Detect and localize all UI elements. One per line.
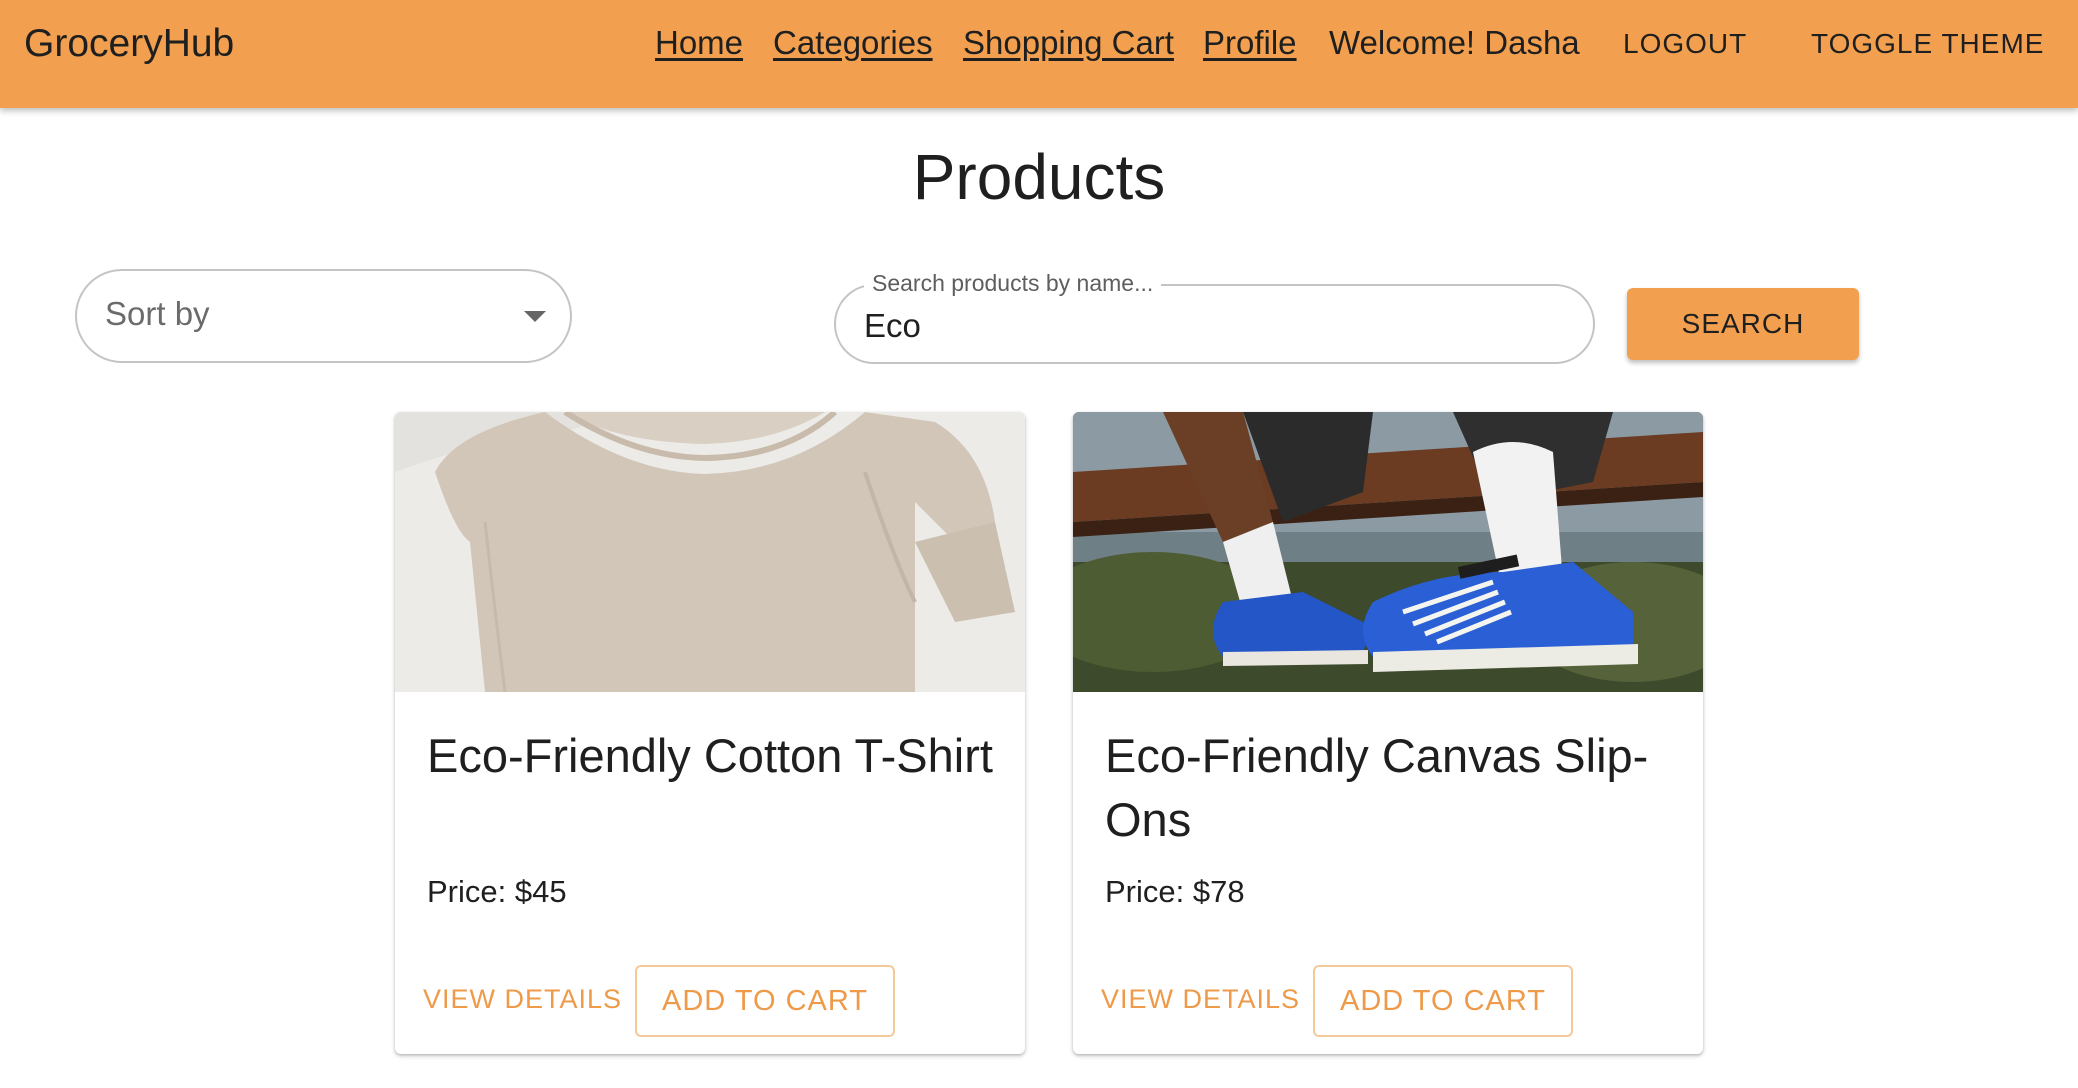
product-name: Eco-Friendly Canvas Slip-Ons	[1105, 729, 1649, 846]
app-bar: GroceryHub Home Categories Shopping Cart…	[0, 0, 2078, 108]
product-price: Price: $78	[1105, 874, 1245, 909]
search-field-label: Search products by name...	[864, 270, 1162, 297]
nav-link-home[interactable]: Home	[655, 24, 743, 62]
nav-link-profile[interactable]: Profile	[1203, 24, 1297, 62]
search-button[interactable]: SEARCH	[1627, 288, 1859, 360]
nav-link-categories[interactable]: Categories	[773, 24, 933, 62]
product-price: Price: $45	[427, 874, 567, 909]
brand-logo[interactable]: GroceryHub	[24, 22, 234, 66]
search-field: Search products by name...	[834, 270, 1595, 364]
product-image	[1073, 412, 1703, 692]
view-details-button[interactable]: VIEW DETAILS	[1101, 984, 1300, 1015]
add-to-cart-button[interactable]: ADD TO CART	[1313, 965, 1573, 1037]
chevron-down-icon	[524, 311, 546, 322]
welcome-message: Welcome! Dasha	[1329, 24, 1580, 61]
toggle-theme-button[interactable]: TOGGLE THEME	[1811, 28, 2044, 60]
product-name: Eco-Friendly Cotton T-Shirt	[427, 729, 993, 782]
sort-select[interactable]: Sort by	[75, 269, 572, 363]
logout-button[interactable]: LOGOUT	[1623, 28, 1747, 60]
page-title: Products	[912, 141, 1166, 213]
product-card: Eco-Friendly Cotton T-Shirt Price: $45 V…	[395, 412, 1025, 1054]
view-details-button[interactable]: VIEW DETAILS	[423, 984, 622, 1015]
product-card: Eco-Friendly Canvas Slip-Ons Price: $78 …	[1073, 412, 1703, 1054]
search-input[interactable]	[864, 304, 1554, 348]
sort-select-label: Sort by	[105, 295, 210, 332]
product-image	[395, 412, 1025, 692]
nav-link-shopping-cart[interactable]: Shopping Cart	[963, 24, 1174, 62]
add-to-cart-button[interactable]: ADD TO CART	[635, 965, 895, 1037]
